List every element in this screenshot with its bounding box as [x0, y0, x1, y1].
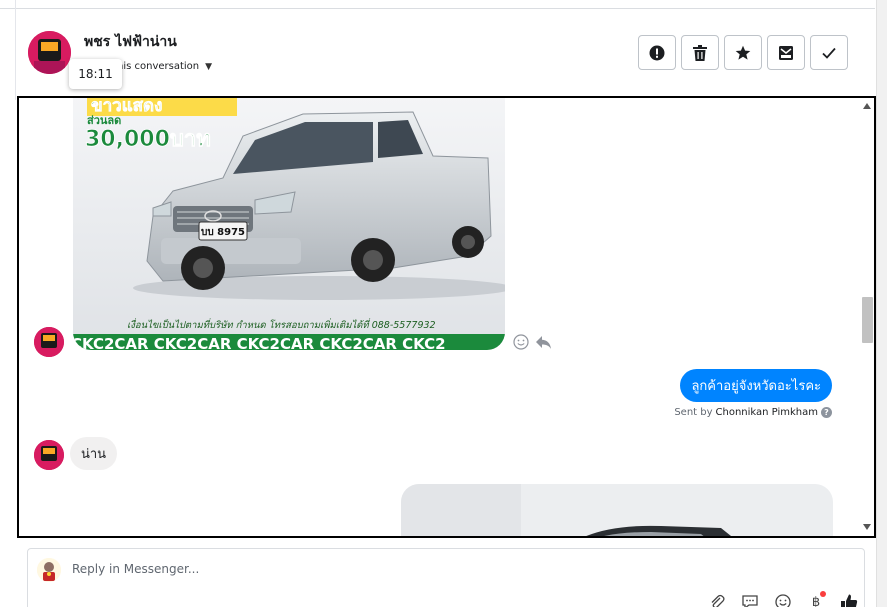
conversation-thread[interactable]: บบ 8975 ขาวแสดง ส่วนลด 30,000บาท เงื่อนไ… [17, 96, 876, 538]
emoji-react-icon[interactable] [513, 334, 529, 350]
scroll-thumb[interactable] [862, 297, 873, 343]
mark-done-button[interactable] [810, 35, 848, 70]
chat-bubble-icon[interactable] [739, 591, 761, 607]
assign-label: his conversation [117, 61, 200, 72]
contact-name[interactable]: พชร ไฟฟ้าน่าน [84, 31, 177, 53]
info-icon[interactable]: ? [821, 407, 832, 418]
sent-by-label: Sent by [674, 407, 713, 418]
promo-discount-label: ส่วนลด [87, 114, 121, 127]
trash-icon [693, 44, 707, 61]
incoming-message[interactable]: น่าน [70, 437, 118, 470]
car-ad-image-message[interactable]: บบ 8975 ขาวแสดง ส่วนลด 30,000บาท เงื่อนไ… [73, 96, 505, 350]
license-plate-text: บบ 8975 [201, 227, 245, 238]
composer-toolbar: ฿ [706, 591, 860, 607]
ad-banner: CKC2CAR CKC2CAR CKC2CAR CKC2CAR CKC2 [73, 335, 446, 350]
paperclip-icon[interactable] [706, 591, 728, 607]
inbox-conversation-view: พชร ไฟฟ้าน่าน his conversation ▼ 18:11 บ… [0, 0, 887, 607]
contact-avatar[interactable] [28, 31, 71, 74]
promo-amount: 30,000บาท [85, 127, 211, 152]
top-divider [0, 8, 875, 9]
conversation-actions [638, 35, 848, 70]
ad-caption: เงื่อนไขเป็นไปตามที่บริษัท กำหนด โทรสอบถ… [127, 318, 436, 331]
page-scrollbar[interactable] [876, 0, 887, 607]
checkmark-icon [822, 47, 836, 59]
sender-avatar[interactable] [34, 440, 64, 470]
envelope-icon [779, 45, 793, 60]
emoji-icon[interactable] [772, 591, 794, 607]
sent-by-line: Sent by Chonnikan Pimkham ? [674, 407, 832, 418]
assign-conversation-dropdown[interactable]: his conversation ▼ [117, 61, 212, 72]
star-icon [735, 45, 751, 60]
baht-payment-icon[interactable]: ฿ [805, 591, 827, 607]
mark-spam-button[interactable] [638, 35, 676, 70]
notification-dot [820, 591, 826, 597]
caret-down-icon: ▼ [205, 61, 213, 72]
reply-icon[interactable] [535, 335, 552, 350]
thread-scrollbar[interactable] [860, 98, 874, 536]
left-divider [15, 0, 16, 100]
mark-unread-button[interactable] [767, 35, 805, 70]
thumbs-up-icon[interactable] [838, 591, 860, 607]
outgoing-message[interactable]: ลูกค้าอยู่จังหวัดอะไรคะ [680, 369, 832, 402]
scroll-up-arrow-icon[interactable] [863, 103, 871, 109]
delete-button[interactable] [681, 35, 719, 70]
promo-headline: ขาวแสดง [91, 96, 162, 116]
page-avatar [37, 558, 61, 582]
reply-composer: ฿ [27, 548, 865, 607]
timestamp-tooltip: 18:11 [69, 59, 122, 89]
message-hover-actions [513, 334, 552, 350]
reply-input[interactable] [72, 562, 672, 576]
sent-by-name: Chonnikan Pimkham [715, 407, 818, 418]
scroll-down-arrow-icon[interactable] [863, 524, 871, 530]
star-button[interactable] [724, 35, 762, 70]
exclamation-circle-icon [649, 45, 665, 60]
car-image-message[interactable] [401, 484, 833, 536]
sender-avatar[interactable] [34, 327, 64, 357]
